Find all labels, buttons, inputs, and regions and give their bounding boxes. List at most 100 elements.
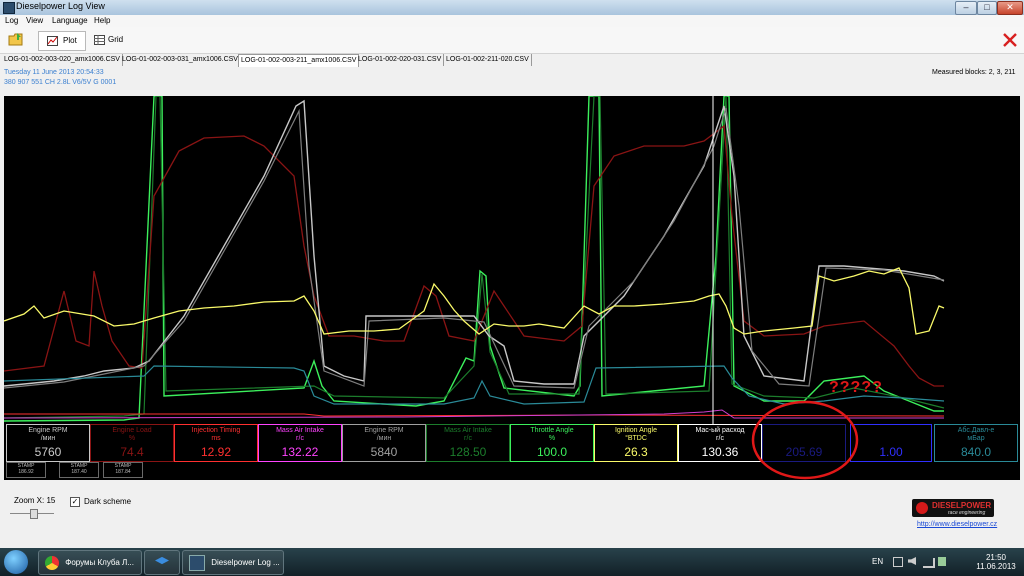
channel-unit: г/с — [716, 435, 724, 442]
logview-app-icon — [189, 554, 205, 571]
log-date: Tuesday 11 June 2013 20:54:33 — [4, 69, 104, 76]
channel-name: Абс.Давл-е — [957, 427, 995, 434]
zoom-label: Zoom X: 15 — [14, 496, 56, 505]
channel-name: Mass Air Intake — [276, 427, 324, 434]
bottom-panel: Zoom X: 15 ✓ Dark scheme DIESELPOWER rac… — [0, 482, 1024, 546]
stamp-value: 187.40 — [71, 469, 87, 475]
measured-blocks: Measured blocks: 2, 3, 211 — [932, 69, 1016, 76]
tab-file-3[interactable]: LOG-01-002-003-211_amx1006.CSV — [238, 54, 360, 67]
maximize-button[interactable]: □ — [977, 1, 997, 15]
channel-unit: г/с — [464, 435, 472, 442]
brand-name: DIESELPOWER — [932, 501, 992, 510]
channel-value: 12.92 — [200, 445, 232, 459]
channel-name: Throttle Angle — [530, 427, 574, 434]
clock-date: 11.06.2013 — [976, 562, 1016, 571]
tab-file-2[interactable]: LOG-01-002-003-031_amx1006.CSV — [120, 54, 241, 66]
dark-scheme-label: Dark scheme — [84, 497, 132, 506]
stamp-box: STAMP 187.84 — [103, 462, 143, 478]
channel-unit: °BTDC — [625, 435, 647, 442]
website-link[interactable]: http://www.dieselpower.cz — [917, 521, 997, 528]
tab-file-1[interactable]: LOG-01-002-003-020_amx1006.CSV — [2, 54, 123, 66]
taskbar-item-logview[interactable]: Dieselpower Log ... — [182, 550, 284, 575]
channel-name: Ignition Angle — [614, 427, 658, 434]
trace-engine-load — [4, 124, 944, 387]
channel-value: 130.36 — [701, 445, 739, 459]
plot-traces — [4, 96, 945, 424]
zoom-slider[interactable] — [10, 509, 54, 519]
channel-box-4[interactable]: Mass Air Intake г/с 132.22 — [258, 424, 342, 462]
tab-file-4[interactable]: LOG-01-002-020-031.CSV — [356, 54, 445, 66]
plot-label: Plot — [63, 36, 77, 45]
stamp-box: STAMP 186.92 — [6, 462, 46, 478]
channel-name: Injection Timing — [191, 427, 241, 434]
tab-file-5[interactable]: LOG-01-002-211-020.CSV — [444, 54, 532, 66]
dropbox-icon — [155, 556, 169, 565]
channel-box-5[interactable]: Engine RPM /мин 5840 — [342, 424, 426, 462]
channel-box-3[interactable]: Injection Timing ms 12.92 — [174, 424, 258, 462]
channel-value: 5760 — [34, 445, 62, 459]
grid-icon — [94, 35, 105, 45]
trace-engine-rpm — [4, 99, 945, 387]
menu-view[interactable]: View — [26, 16, 43, 25]
taskbar-item-label: Форумы Клуба Л... — [65, 558, 134, 567]
plot-icon — [47, 36, 58, 46]
channel-unit: /мин — [40, 435, 56, 442]
channel-name: Мас-ый расход — [695, 427, 745, 434]
volume-icon[interactable] — [908, 557, 916, 565]
channel-name: Engine RPM — [364, 427, 404, 434]
start-button[interactable] — [4, 550, 28, 574]
stamp-value: 187.84 — [115, 469, 131, 475]
taskbar: Форумы Клуба Л... Dieselpower Log ... EN… — [0, 548, 1024, 576]
channel-value: 840.0 — [960, 445, 992, 459]
channel-box-11[interactable]: 1.00 — [850, 424, 932, 462]
file-tabs: LOG-01-002-003-020_amx1006.CSV LOG-01-00… — [0, 54, 1024, 67]
trace-throttle-2 — [4, 96, 945, 419]
channel-unit: мБар — [967, 435, 985, 442]
brand-tagline: race engineering — [948, 510, 986, 516]
channel-box-12[interactable]: Абс.Давл-е мБар 840.0 — [934, 424, 1018, 462]
grid-button[interactable]: Grid — [90, 31, 130, 49]
battery-icon[interactable] — [938, 557, 946, 566]
menu-bar: Log View Language Help — [0, 15, 1024, 27]
channel-box-6[interactable]: Mass Air Intake г/с 128.50 — [426, 424, 510, 462]
ecu-info: 380 907 551 CH 2.8L V6/5V G 0001 — [4, 79, 117, 86]
menu-help[interactable]: Help — [94, 16, 110, 25]
red-circle-annotation — [751, 400, 859, 480]
language-indicator[interactable]: EN — [872, 557, 883, 566]
minimize-button[interactable]: – — [955, 1, 977, 15]
taskbar-item-dropbox[interactable] — [144, 550, 180, 575]
stamp-value: 186.92 — [18, 469, 34, 475]
folder-open-icon[interactable] — [8, 32, 24, 46]
stamp-box: STAMP 187.40 — [59, 462, 99, 478]
question-annotation: ????? — [829, 379, 883, 396]
dark-scheme-checkbox[interactable]: ✓ — [70, 497, 80, 507]
channel-unit: % — [548, 435, 556, 442]
menu-log[interactable]: Log — [5, 16, 18, 25]
channel-value: 128.50 — [449, 445, 487, 459]
channel-unit: /мин — [376, 435, 392, 442]
taskbar-item-browser[interactable]: Форумы Клуба Л... — [38, 550, 142, 575]
menu-language[interactable]: Language — [52, 16, 88, 25]
window-close-button[interactable]: ✕ — [997, 1, 1023, 15]
app-icon — [3, 2, 15, 14]
clock-time: 21:50 — [985, 553, 1007, 562]
channel-name: Engine RPM — [28, 427, 68, 434]
channel-unit: г/с — [296, 435, 304, 442]
plot-button[interactable]: Plot — [38, 31, 86, 51]
plot-area[interactable]: ????? — [4, 96, 1020, 480]
clock[interactable]: 21:50 11.06.2013 — [976, 553, 1016, 571]
red-x-icon[interactable] — [1003, 33, 1017, 47]
network-icon[interactable] — [923, 558, 935, 568]
channel-value: 132.22 — [281, 445, 319, 459]
dieselpower-logo: DIESELPOWER race engineering — [912, 499, 994, 517]
channel-unit: ms — [211, 435, 221, 442]
channel-name: Engine Load — [112, 427, 152, 434]
channel-value: 100.0 — [536, 445, 568, 459]
tray-icon-flag[interactable] — [893, 557, 903, 567]
channel-box-1[interactable]: Engine RPM /мин 5760 — [6, 424, 90, 462]
channel-box-8[interactable]: Ignition Angle °BTDC 26.3 — [594, 424, 678, 462]
channel-box-7[interactable]: Throttle Angle % 100.0 — [510, 424, 594, 462]
channel-value: 74.4 — [120, 445, 144, 459]
channel-box-2[interactable]: Engine Load % 74.4 — [90, 424, 174, 462]
channel-unit: % — [128, 435, 136, 442]
